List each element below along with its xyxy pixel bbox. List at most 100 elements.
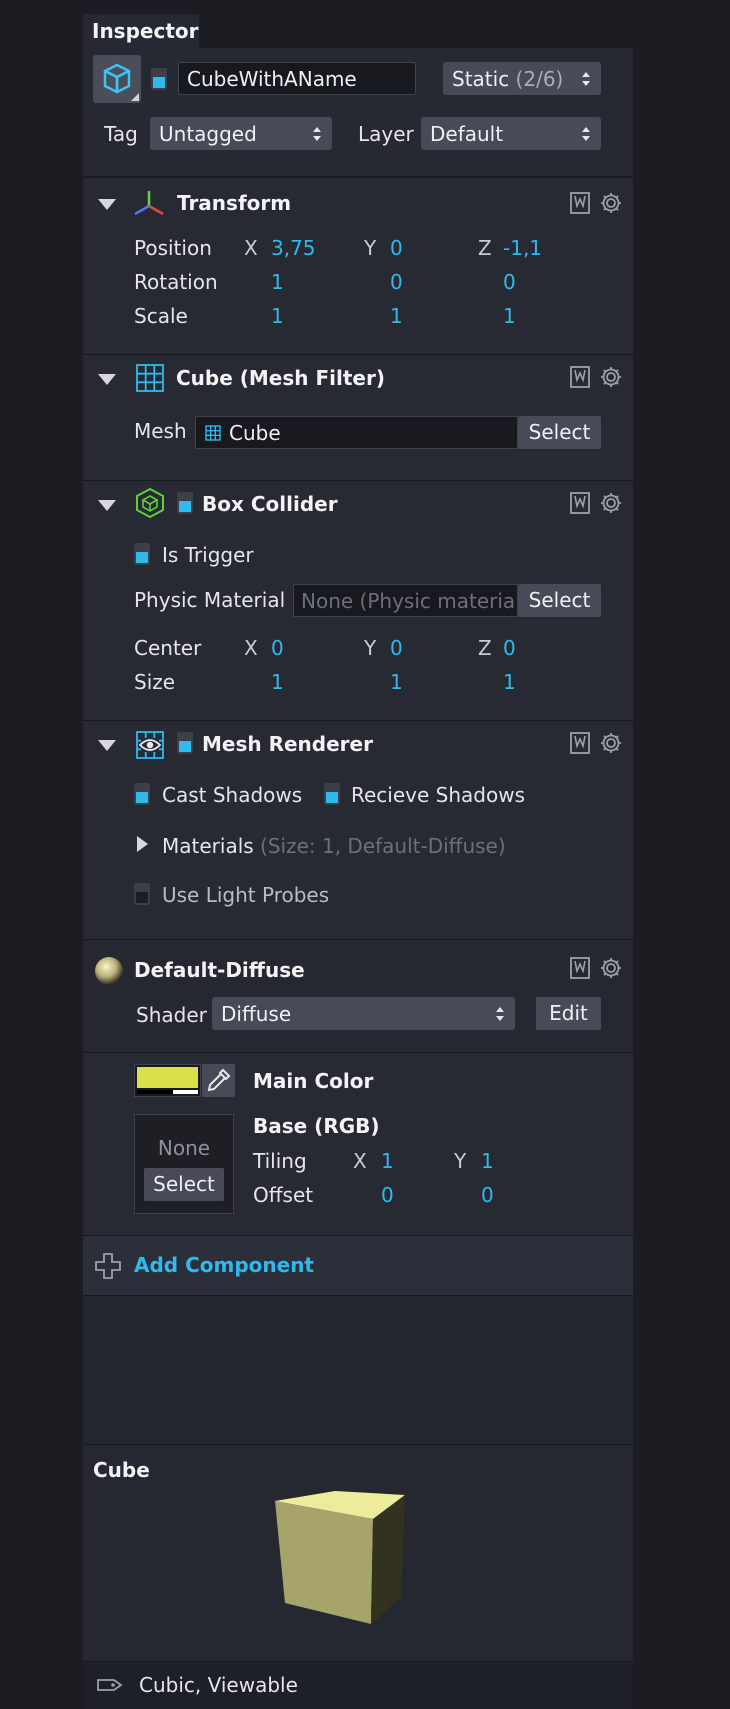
axis-x-label: X [244,236,258,260]
box-collider-enabled-toggle[interactable] [177,492,193,514]
collapse-arrow-icon[interactable] [98,199,116,210]
gear-icon[interactable] [599,956,623,980]
updown-arrows-icon [313,127,321,141]
alpha-bar-remainder [173,1090,198,1094]
eyedropper-button[interactable] [202,1064,235,1097]
offset-x-value[interactable]: 0 [381,1183,394,1207]
reference-icon[interactable] [570,366,590,388]
gear-icon[interactable] [599,365,623,389]
receive-shadows-toggle[interactable] [324,783,340,805]
static-count: (2/6) [515,67,564,91]
rotation-y-value[interactable]: 0 [390,270,403,294]
tag-label: Tag [104,122,138,146]
object-name-field[interactable]: CubeWithAName [178,62,416,95]
scale-x-value[interactable]: 1 [271,304,284,328]
axis-x-label: X [244,636,258,660]
shader-edit-button[interactable]: Edit [536,997,601,1030]
updown-arrows-icon [582,127,590,141]
position-x-value[interactable]: 3,75 [271,236,316,260]
mesh-renderer-component: Mesh Renderer Cast Shadows Recieve Shado… [83,720,633,939]
reference-icon[interactable] [570,192,590,214]
tag-dropdown[interactable]: Untagged [150,117,332,150]
size-label: Size [134,670,176,694]
box-collider-title: Box Collider [202,492,338,516]
collapse-arrow-icon[interactable] [98,500,116,511]
gear-icon[interactable] [599,191,623,215]
materials-label[interactable]: Materials (Size: 1, Default-Diffuse) [162,834,506,858]
reference-icon[interactable] [570,957,590,979]
mesh-field[interactable]: Cube [195,416,518,449]
base-rgb-label: Base (RGB) [253,1114,380,1138]
add-component-icon [95,1253,121,1279]
scale-label: Scale [134,304,188,328]
size-y-value[interactable]: 1 [390,670,403,694]
shader-label: Shader [136,1003,207,1027]
rotation-z-value[interactable]: 0 [503,270,516,294]
offset-label: Offset [253,1183,314,1207]
position-label: Position [134,236,212,260]
updown-arrows-icon [582,72,590,86]
position-z-value[interactable]: -1,1 [503,236,542,260]
box-collider-icon [136,487,164,519]
center-y-value[interactable]: 0 [390,636,403,660]
mesh-renderer-eye-icon [136,731,164,759]
mesh-grid-icon [136,364,164,392]
rotation-x-value[interactable]: 1 [271,270,284,294]
size-z-value[interactable]: 1 [503,670,516,694]
gear-icon[interactable] [599,491,623,515]
tiling-y-value[interactable]: 1 [481,1149,494,1173]
static-dropdown[interactable]: Static (2/6) [443,62,601,95]
axis-y-label: Y [364,636,377,660]
mesh-renderer-enabled-toggle[interactable] [177,732,193,754]
use-light-probes-label: Use Light Probes [162,883,330,907]
asset-labels-bar: Cubic, Viewable [83,1661,633,1709]
mesh-filter-title: Cube (Mesh Filter) [176,366,385,390]
collapse-arrow-icon[interactable] [98,740,116,751]
updown-arrows-icon [496,1007,504,1021]
position-y-value[interactable]: 0 [390,236,403,260]
preview-panel: Cube [83,1444,633,1661]
scale-y-value[interactable]: 1 [390,304,403,328]
collapse-arrow-icon[interactable] [98,374,116,385]
reference-icon[interactable] [570,732,590,754]
reference-icon[interactable] [570,492,590,514]
offset-y-value[interactable]: 0 [481,1183,494,1207]
layer-dropdown[interactable]: Default [421,117,601,150]
center-x-value[interactable]: 0 [271,636,284,660]
mesh-select-button[interactable]: Select [518,416,601,449]
texture-slot[interactable]: None Select [134,1114,234,1214]
cube-preview-image[interactable] [271,1485,431,1645]
texture-select-button[interactable]: Select [144,1168,224,1201]
scale-z-value[interactable]: 1 [503,304,516,328]
mesh-label: Mesh [134,419,187,443]
preview-title: Cube [93,1458,150,1482]
object-icon[interactable] [93,55,141,103]
main-color-swatch[interactable] [134,1064,201,1097]
axis-y-label: Y [454,1149,467,1173]
physic-material-field[interactable]: None (Physic material) [293,584,518,617]
materials-info: (Size: 1, Default-Diffuse) [260,834,506,858]
cast-shadows-toggle[interactable] [134,783,150,805]
transform-title: Transform [177,191,292,215]
mesh-grid-icon [205,425,221,441]
center-label: Center [134,636,202,660]
tab-inspector-label: Inspector [92,19,199,43]
gear-icon[interactable] [599,731,623,755]
axis-x-label: X [353,1149,367,1173]
center-z-value[interactable]: 0 [503,636,516,660]
material-title: Default-Diffuse [134,958,305,982]
tab-inspector[interactable]: Inspector [83,14,199,48]
active-toggle[interactable] [151,68,167,90]
is-trigger-toggle[interactable] [134,543,150,565]
use-light-probes-toggle[interactable] [134,883,150,905]
size-x-value[interactable]: 1 [271,670,284,694]
expand-arrow-icon[interactable] [137,836,148,852]
asset-labels[interactable]: Cubic, Viewable [139,1673,298,1697]
box-collider-component: Box Collider Is Trigger Physic Material … [83,480,633,720]
tiling-x-value[interactable]: 1 [381,1149,394,1173]
tag-icon [97,1679,123,1691]
cube-icon [103,63,139,101]
add-component-button[interactable]: Add Component [83,1235,633,1295]
shader-dropdown[interactable]: Diffuse [212,997,515,1030]
physic-material-select-button[interactable]: Select [518,584,601,617]
